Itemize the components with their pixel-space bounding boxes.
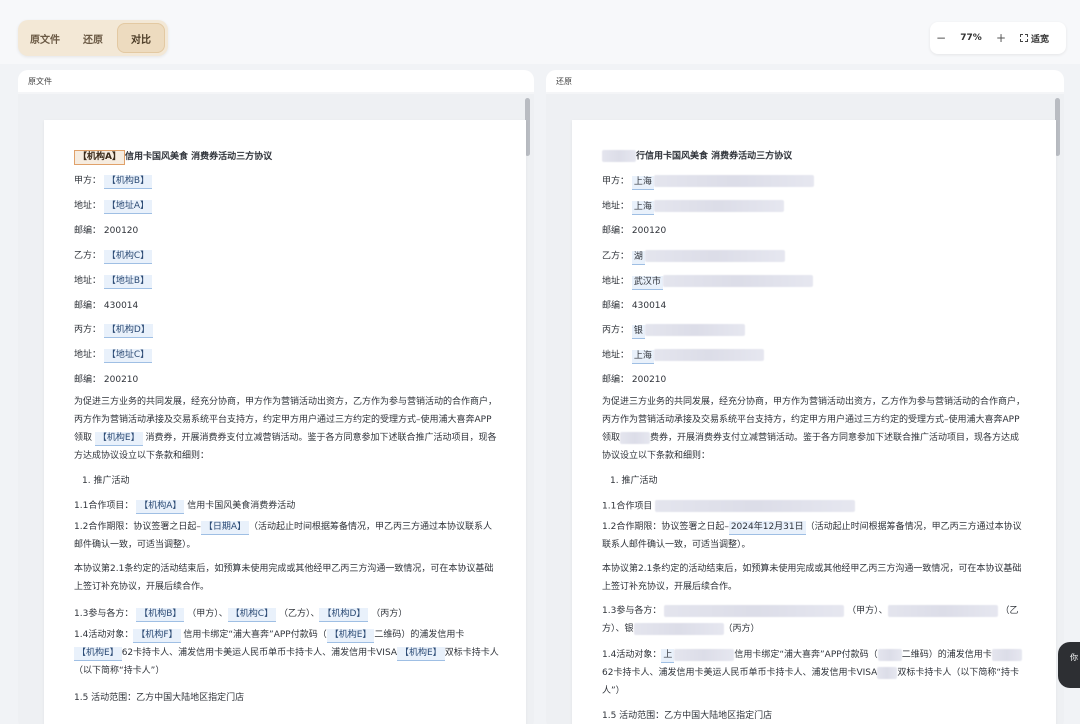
placeholder-tag[interactable]: 【日期A】 [200,521,249,535]
clause-1-2: 1.2合作期限：协议签署之日起– 【日期A】 （活动起止时间根据筹备情况，甲乙丙三方… [74,521,493,550]
tab-restored[interactable]: 还原 [69,23,117,53]
view-mode-switch: 原文件 还原 对比 [18,20,168,56]
document-viewport[interactable]: 【机构A】 信用卡国风美食 消费券活动三方协议 甲方： 【机构B】 地址： 【地址… [18,94,534,724]
placeholder-tag[interactable]: 【机构D】 [103,324,153,338]
placeholder-tag[interactable]: 【机构A】 [136,500,185,514]
fit-width-button[interactable]: 适宽 [1012,32,1049,45]
supplement-paragraph: 本协议第2.1条约定的活动结束后，如预算未使用完成或其他经甲乙丙三方沟通一致情况… [74,564,494,592]
party-b: 乙方： 湖 [602,250,785,265]
placeholder-tag[interactable]: 【机构E】 [94,432,143,446]
intro-paragraph: 为促进三方业务的共同发展，经充分协商，甲方作为营销活动出资方，乙方作为参与营销活… [74,397,498,461]
placeholder-tag[interactable]: 【地址C】 [103,349,153,363]
party-c: 丙方： 银 [602,324,745,339]
original-panel: 原文件 【机构A】 信用卡国风美食 消费券活动三方协议 甲方： 【机构B】 地址：… [18,70,534,724]
party-c: 丙方： 【机构D】 [74,324,153,338]
redacted-text [644,324,745,336]
supplement-paragraph: 本协议第2.1条约定的活动结束后，如预算未使用完成或其他经甲乙丙三方沟通一致情况… [602,564,1022,592]
clause-1-4: 1.4活动对象：上信用卡绑定“浦大喜奔”APP付款码（ 二维码）的浦发信用卡62卡… [602,646,1028,700]
redacted-text [633,622,724,635]
redacted-text [602,150,636,162]
fit-width-icon [1020,34,1028,42]
placeholder-tag[interactable]: 【机构C】 [227,608,277,622]
zoom-in-button[interactable]: + [990,31,1012,45]
zip-c: 邮编： 200210 [74,375,139,385]
redacted-text [653,349,764,361]
zip-a: 邮编： 200120 [74,226,139,236]
zoom-control: − 77% + 适宽 [930,22,1066,54]
address-a: 地址： 【地址A】 [74,200,153,214]
address-c: 地址： 上海 [602,349,764,364]
zip-b: 邮编： 430014 [602,301,667,311]
section-heading: 1. 推广活动 [610,476,658,486]
address-b: 地址： 武汉市 [602,275,813,290]
clause-1-5: 1.5 活动范围：乙方中国大陆地区指定门店 [602,711,773,721]
zip-b: 邮编： 430014 [74,301,139,311]
document-viewport[interactable]: 行信用卡国风美食 消费券活动三方协议 甲方： 上海 地址： 上海 邮编： 200… [546,94,1064,724]
clause-1-3: 1.3参与各方： 【机构B】 （甲方）、 【机构C】 （乙方）、 【机构D】 （丙方… [74,608,407,622]
placeholder-tag[interactable]: 【机构B】 [103,175,153,189]
document-page: 行信用卡国风美食 消费券活动三方协议 甲方： 上海 地址： 上海 邮编： 200… [572,120,1056,724]
clause-1-5: 1.5 活动范围：乙方中国大陆地区指定门店 [74,693,245,703]
assistant-button[interactable]: 你 [1058,642,1080,688]
panel-title: 原文件 [18,70,534,92]
address-c: 地址： 【地址C】 [74,349,153,363]
clause-1-3: 1.3参与各方： （甲方）、 （乙方）、银 （丙方） [602,604,1019,635]
redacted-text [674,648,735,661]
redacted-text [887,604,998,617]
doc-title: 【机构A】 信用卡国风美食 消费券活动三方协议 [74,150,272,165]
clause-1-4: 1.4活动对象： 【机构F】 信用卡绑定“浦大喜奔”APP付款码（ 【机构E】 二维码… [74,629,499,676]
redacted-text [653,175,814,187]
placeholder-tag[interactable]: 【机构E】 [326,629,375,643]
redacted-text [991,648,1022,661]
clause-1-1: 1.1合作项目： 【机构A】 信用卡国风美食消费券活动 [74,500,295,514]
clause-1-1: 1.1合作项目 [602,500,856,513]
tab-compare[interactable]: 对比 [117,23,165,53]
redacted-text [620,431,651,444]
redacted-text [655,500,856,512]
address-b: 地址： 【地址B】 [74,275,153,289]
placeholder-tag[interactable]: 【地址B】 [103,275,153,289]
placeholder-tag[interactable]: 【地址A】 [103,200,153,214]
redacted-text [664,604,845,617]
assistant-label: 你 [1070,653,1078,662]
party-a: 甲方： 【机构B】 [74,175,153,189]
clause-1-2: 1.2合作期限：协议签署之日起– 2024年12月31日 （活动起止时间根据筹备情况… [602,521,1022,550]
placeholder-tag[interactable]: 【机构C】 [103,250,153,264]
restored-panel: 还原 行信用卡国风美食 消费券活动三方协议 甲方： 上海 地址： 上海 邮编： … [546,70,1064,724]
redacted-text [662,275,813,287]
zoom-out-button[interactable]: − [930,31,952,45]
panel-title: 还原 [546,70,1064,92]
placeholder-tag[interactable]: 【机构B】 [136,608,185,622]
tab-original[interactable]: 原文件 [21,23,69,53]
zoom-level: 77% [960,33,982,43]
redacted-text [653,200,784,212]
party-b: 乙方： 【机构C】 [74,250,153,264]
section-heading: 1. 推广活动 [82,476,130,486]
document-page: 【机构A】 信用卡国风美食 消费券活动三方协议 甲方： 【机构B】 地址： 【地址… [44,120,526,724]
party-a: 甲方： 上海 [602,175,814,190]
address-a: 地址： 上海 [602,200,784,215]
redacted-text [877,648,902,661]
zip-c: 邮编： 200210 [602,375,667,385]
redacted-text [644,250,785,262]
zip-a: 邮编： 200120 [602,226,667,236]
fit-width-label: 适宽 [1031,34,1050,45]
redacted-text [877,666,898,679]
placeholder-tag[interactable]: 【机构E】 [74,647,122,661]
placeholder-tag[interactable]: 【机构F】 [133,629,181,643]
placeholder-tag[interactable]: 【机构A】 [74,150,125,165]
doc-title: 行信用卡国风美食 消费券活动三方协议 [602,150,792,163]
placeholder-tag[interactable]: 【机构E】 [397,647,445,661]
top-toolbar: 原文件 还原 对比 − 77% + 适宽 [0,0,1080,64]
intro-paragraph: 为促进三方业务的共同发展，经充分协商，甲方作为营销活动出资方，乙方作为参与营销活… [602,397,1026,461]
placeholder-tag[interactable]: 【机构D】 [319,608,369,622]
